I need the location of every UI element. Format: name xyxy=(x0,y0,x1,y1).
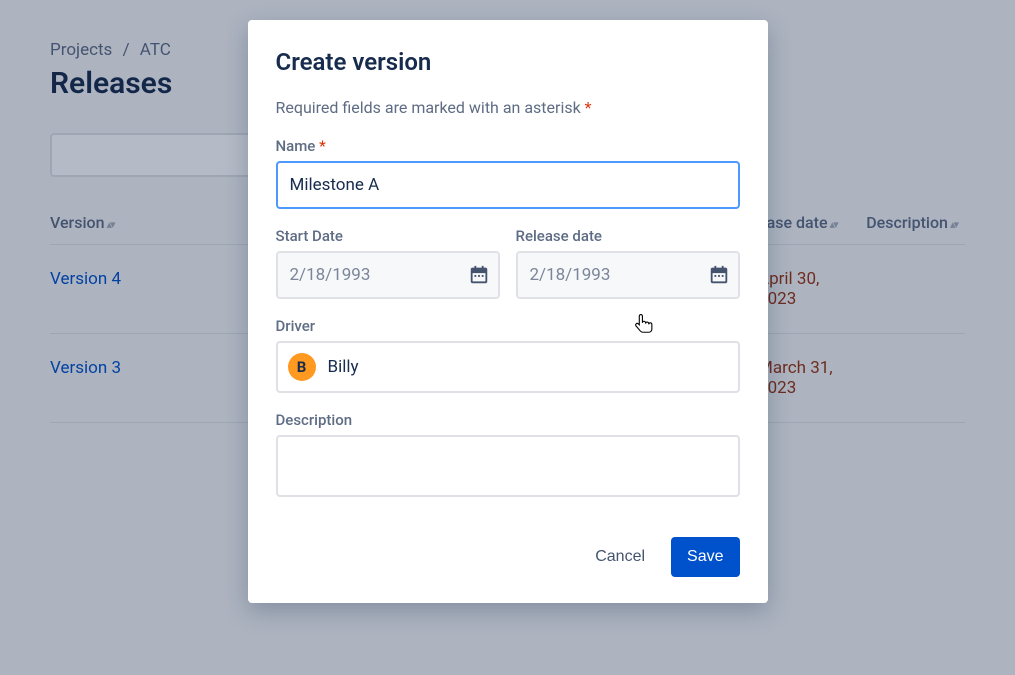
release-date-input[interactable] xyxy=(516,251,740,299)
name-input[interactable] xyxy=(276,161,740,209)
driver-picker[interactable]: B Billy xyxy=(276,341,740,393)
driver-name: Billy xyxy=(328,357,359,377)
cancel-button[interactable]: Cancel xyxy=(579,537,661,577)
name-group: Name * xyxy=(276,137,740,209)
asterisk-icon: * xyxy=(585,98,592,117)
release-date-label: Release date xyxy=(516,227,740,245)
start-date-input[interactable] xyxy=(276,251,500,299)
required-hint: Required fields are marked with an aster… xyxy=(276,98,740,117)
save-button[interactable]: Save xyxy=(671,537,739,577)
avatar: B xyxy=(288,353,316,381)
description-input[interactable] xyxy=(276,435,740,497)
description-group: Description xyxy=(276,411,740,501)
create-version-modal: Create version Required fields are marke… xyxy=(248,20,768,603)
driver-group: Driver B Billy xyxy=(276,317,740,393)
modal-actions: Cancel Save xyxy=(276,537,740,577)
modal-overlay: Create version Required fields are marke… xyxy=(0,0,1015,675)
driver-label: Driver xyxy=(276,317,740,335)
start-date-label: Start Date xyxy=(276,227,500,245)
modal-title: Create version xyxy=(276,48,740,76)
name-label: Name * xyxy=(276,137,740,155)
description-label: Description xyxy=(276,411,740,429)
release-date-group: Release date xyxy=(516,227,740,299)
asterisk-icon: * xyxy=(319,137,326,155)
start-date-group: Start Date xyxy=(276,227,500,299)
